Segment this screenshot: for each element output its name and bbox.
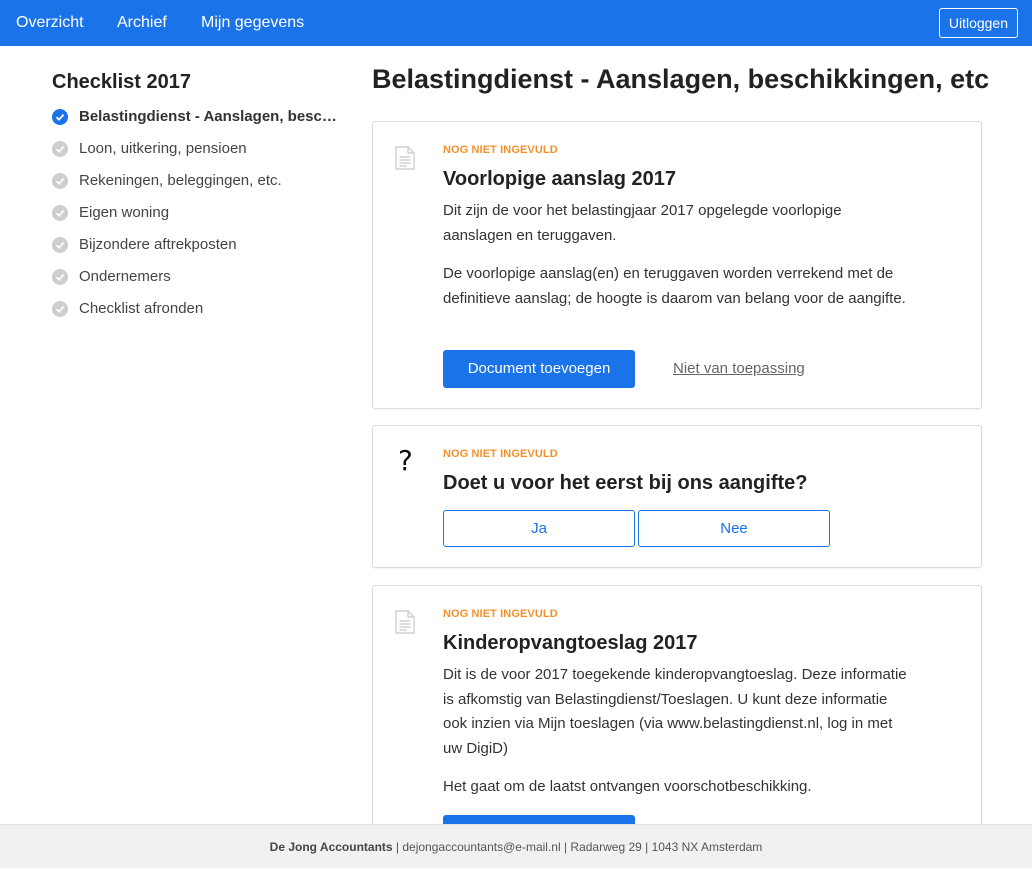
footer-company: De Jong Accountants: [269, 840, 393, 854]
checkmark-icon: [52, 173, 68, 189]
not-applicable-link[interactable]: Niet van toepassing: [673, 350, 805, 388]
sidebar-item-checklist-afronden[interactable]: Checklist afronden: [52, 297, 352, 321]
logout-button[interactable]: Uitloggen: [938, 8, 1018, 38]
sidebar-item-bijzondere-aftrekposten[interactable]: Bijzondere aftrekposten: [52, 233, 352, 257]
status-badge: NOG NIET INGEVULD: [443, 144, 558, 156]
checkmark-icon: [52, 301, 68, 317]
footer: De Jong Accountants | dejongaccountants@…: [0, 824, 1032, 868]
card-description: Dit zijn de voor het belastingjaar 2017 …: [443, 202, 842, 244]
sidebar-item-label: Belastingdienst - Aanslagen, beschikking…: [79, 108, 345, 125]
card-description: Dit is de voor 2017 toegekende kinderopv…: [443, 666, 907, 757]
yes-button[interactable]: Ja: [443, 510, 635, 547]
status-badge: NOG NIET INGEVULD: [443, 608, 558, 620]
add-document-button[interactable]: Document toevoegen: [443, 350, 635, 388]
footer-contact: | dejongaccountants@e-mail.nl | Radarweg…: [392, 840, 763, 854]
card-title: Kinderopvangtoeslag 2017: [443, 632, 698, 654]
checkmark-icon: [52, 237, 68, 253]
sidebar-item-label: Rekeningen, beleggingen, etc.: [79, 172, 282, 189]
top-nav-bar: Overzicht Archief Mijn gegevens Uitlogge…: [0, 0, 1032, 46]
status-badge: NOG NIET INGEVULD: [443, 448, 558, 460]
nav-archief[interactable]: Archief: [117, 0, 167, 46]
sidebar-item-label: Eigen woning: [79, 204, 170, 221]
sidebar-item-loon[interactable]: Loon, uitkering, pensioen: [52, 137, 352, 161]
checkmark-icon: [52, 269, 68, 285]
sidebar-item-ondernemers[interactable]: Ondernemers: [52, 265, 352, 289]
question-icon: ?: [398, 444, 413, 477]
nav-mijn-gegevens[interactable]: Mijn gegevens: [201, 0, 304, 46]
sidebar-title: Checklist 2017: [52, 71, 191, 93]
sidebar-item-eigen-woning[interactable]: Eigen woning: [52, 201, 352, 225]
document-icon: [395, 146, 415, 175]
sidebar-item-label: Ondernemers: [79, 268, 171, 285]
document-icon: [395, 610, 415, 639]
nav-overzicht[interactable]: Overzicht: [16, 0, 84, 46]
sidebar-item-rekeningen[interactable]: Rekeningen, beleggingen, etc.: [52, 169, 352, 193]
sidebar-item-label: Loon, uitkering, pensioen: [79, 140, 247, 157]
sidebar-item-label: Bijzondere aftrekposten: [79, 236, 237, 253]
card-title: Doet u voor het eerst bij ons aangifte?: [443, 472, 808, 494]
card-kinderopvangtoeslag: NOG NIET INGEVULD Kinderopvangtoeslag 20…: [372, 585, 982, 853]
sidebar-item-belastingdienst[interactable]: Belastingdienst - Aanslagen, beschikking…: [52, 105, 352, 129]
card-description: Het gaat om de laatst ontvangen voorscho…: [443, 778, 812, 795]
card-eerste-aangifte: ? NOG NIET INGEVULD Doet u voor het eers…: [372, 425, 982, 568]
checkmark-icon: [52, 141, 68, 157]
checkmark-icon: [52, 109, 68, 125]
card-voorlopige-aanslag: NOG NIET INGEVULD Voorlopige aanslag 201…: [372, 121, 982, 409]
no-button[interactable]: Nee: [638, 510, 830, 547]
page-title: Belastingdienst - Aanslagen, beschikking…: [372, 64, 990, 94]
checkmark-icon: [52, 205, 68, 221]
card-description: De voorlopige aanslag(en) en teruggaven …: [443, 265, 906, 307]
card-title: Voorlopige aanslag 2017: [443, 168, 677, 190]
sidebar-item-label: Checklist afronden: [79, 300, 204, 317]
